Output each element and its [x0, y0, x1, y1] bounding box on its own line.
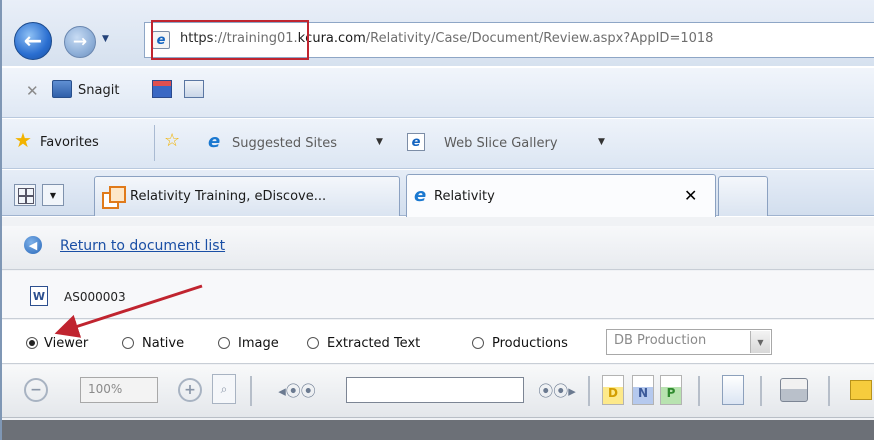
extracted-text-radio[interactable] [307, 337, 319, 349]
viewer-label[interactable]: Viewer [44, 336, 88, 351]
training-site-icon [102, 186, 126, 209]
word-document-icon: W [30, 286, 48, 306]
print-icon[interactable] [780, 378, 808, 402]
add-to-favorites-icon[interactable]: ☆ [164, 132, 180, 150]
back-arrow-icon: ← [23, 28, 43, 54]
command-bar [2, 68, 874, 118]
blank-page-icon[interactable] [722, 375, 744, 405]
suggested-sites-dropdown-icon[interactable]: ▼ [376, 137, 383, 147]
url-path: /Relativity/Case/Document/Review.aspx?Ap… [365, 31, 714, 46]
forward-arrow-icon: → [72, 32, 88, 52]
zoom-out-icon[interactable]: − [24, 378, 48, 402]
snagit-editor-icon[interactable] [184, 80, 204, 98]
tab-list-dropdown-icon[interactable]: ▼ [42, 184, 64, 206]
ie-logo-icon: e [414, 185, 427, 206]
page-p-icon[interactable]: P [660, 375, 682, 405]
web-slice-gallery-dropdown-icon[interactable]: ▼ [598, 137, 605, 147]
annotation-arrow [54, 284, 203, 338]
productions-label[interactable]: Productions [492, 336, 568, 351]
url-highlight-box [151, 20, 309, 60]
favorites-bar [2, 119, 874, 169]
page-n-icon[interactable]: N [632, 375, 654, 405]
web-slice-gallery-link[interactable]: Web Slice Gallery [444, 136, 558, 151]
forward-button[interactable]: → [64, 26, 96, 58]
zoom-in-icon[interactable]: + [178, 378, 202, 402]
quick-tabs-icon[interactable] [14, 184, 36, 206]
toolbar-divider [250, 376, 252, 406]
find-previous-binoculars-icon[interactable]: ◂⦿⦿ [272, 378, 322, 402]
page-d-icon[interactable]: D [602, 375, 624, 405]
new-tab-button[interactable] [718, 176, 768, 216]
back-button[interactable]: ← [14, 22, 52, 60]
productions-radio[interactable] [472, 337, 484, 349]
snagit-capture-icon[interactable] [152, 80, 172, 98]
favorites-button[interactable]: Favorites [40, 135, 99, 150]
ie-logo-icon: e [208, 131, 221, 152]
production-dropdown-icon[interactable]: ▼ [750, 331, 770, 353]
close-tab-icon[interactable]: ✕ [684, 186, 697, 205]
tab-label-relativity[interactable]: Relativity [434, 189, 495, 204]
favorites-divider [154, 125, 155, 161]
favorites-star-icon[interactable]: ★ [14, 130, 32, 150]
native-label[interactable]: Native [142, 336, 184, 351]
find-next-binoculars-icon[interactable]: ⦿⦿▸ [532, 378, 582, 402]
image-label[interactable]: Image [238, 336, 279, 351]
close-toolbar-icon[interactable]: ✕ [26, 82, 39, 100]
tab-label-training[interactable]: Relativity Training, eDiscove... [130, 189, 326, 204]
history-dropdown-icon[interactable]: ▼ [102, 34, 109, 44]
toolbar-divider [698, 376, 700, 406]
browser-window: ← → ▼ e https://training01.kcura.com/Rel… [0, 0, 874, 440]
snagit-button-label[interactable]: Snagit [78, 83, 119, 98]
zoom-level-value[interactable]: 100% [88, 382, 122, 396]
viewer-pane [2, 420, 874, 440]
sticky-note-icon[interactable] [850, 380, 872, 400]
viewer-radio[interactable] [26, 337, 38, 349]
suggested-sites-link[interactable]: Suggested Sites [232, 136, 337, 151]
fit-page-icon[interactable]: ⌕ [212, 374, 236, 404]
extracted-text-label[interactable]: Extracted Text [327, 336, 420, 351]
snagit-icon[interactable] [52, 80, 72, 98]
production-select-value[interactable]: DB Production [614, 333, 706, 348]
web-slice-page-icon: e [407, 133, 425, 151]
toolbar-divider [760, 376, 762, 406]
back-circle-icon[interactable]: ◀ [24, 236, 42, 254]
native-radio[interactable] [122, 337, 134, 349]
toolbar-divider [828, 376, 830, 406]
find-input[interactable] [346, 377, 524, 403]
toolbar-divider [588, 376, 590, 406]
return-to-document-list-link[interactable]: Return to document list [60, 238, 225, 254]
image-radio[interactable] [218, 337, 230, 349]
